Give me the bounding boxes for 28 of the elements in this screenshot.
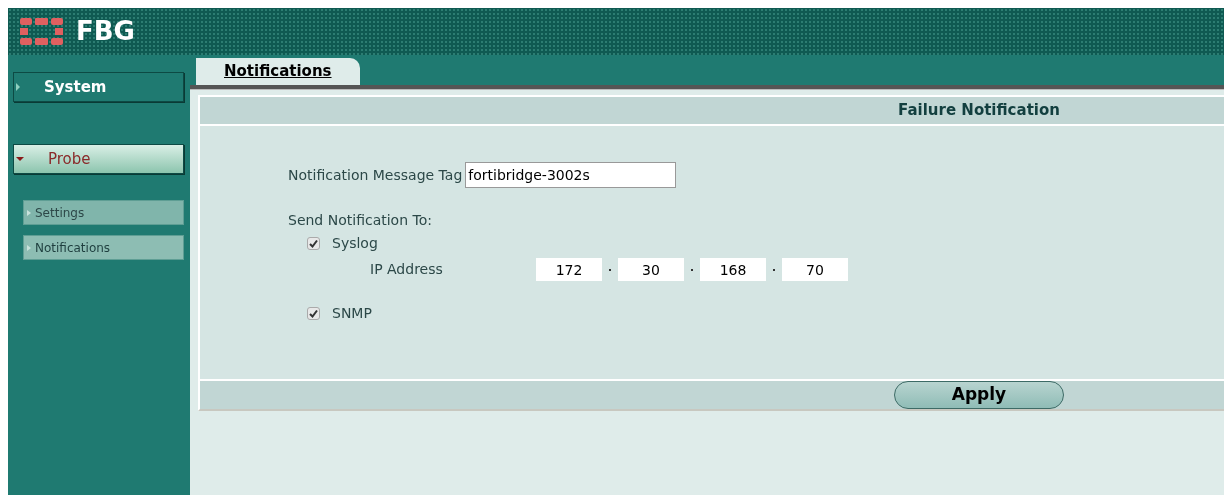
caret-right-icon <box>27 209 31 216</box>
checkbox-label: SNMP <box>332 304 372 323</box>
tag-input-field[interactable]: fortibridge-3002s <box>465 162 677 188</box>
panel-title: Failure Notification <box>898 100 1060 122</box>
ip-octet-field[interactable]: 168 <box>700 258 766 281</box>
caret-down-icon <box>16 157 24 161</box>
field-label: IP Address <box>370 260 444 279</box>
apply-button[interactable]: Apply <box>894 381 1064 409</box>
dot-separator <box>691 268 693 271</box>
logo-icon <box>20 17 64 46</box>
checkbox[interactable] <box>307 307 320 320</box>
field-label: Notification Message Tag <box>288 165 463 185</box>
checkbox[interactable] <box>307 237 320 250</box>
dot-separator <box>773 268 775 271</box>
logo-text: FBG <box>76 15 135 48</box>
dot-separator <box>609 268 611 271</box>
checkbox-label: Syslog <box>332 234 378 253</box>
ip-octet-field[interactable]: 70 <box>782 258 848 281</box>
sidebar-item[interactable]: Probe <box>13 144 184 174</box>
section-label: Send Notification To: <box>288 211 432 230</box>
caret-right-icon <box>27 244 31 251</box>
ip-octet-field[interactable]: 30 <box>618 258 684 281</box>
sidebar-subitem[interactable]: Notifications <box>23 235 184 260</box>
caret-right-icon <box>16 83 20 91</box>
sidebar-item[interactable]: System <box>13 72 184 102</box>
sidebar-subitem[interactable]: Settings <box>23 200 184 225</box>
ip-octet-field[interactable]: 172 <box>536 258 602 281</box>
tab[interactable]: Notifications <box>196 58 360 85</box>
